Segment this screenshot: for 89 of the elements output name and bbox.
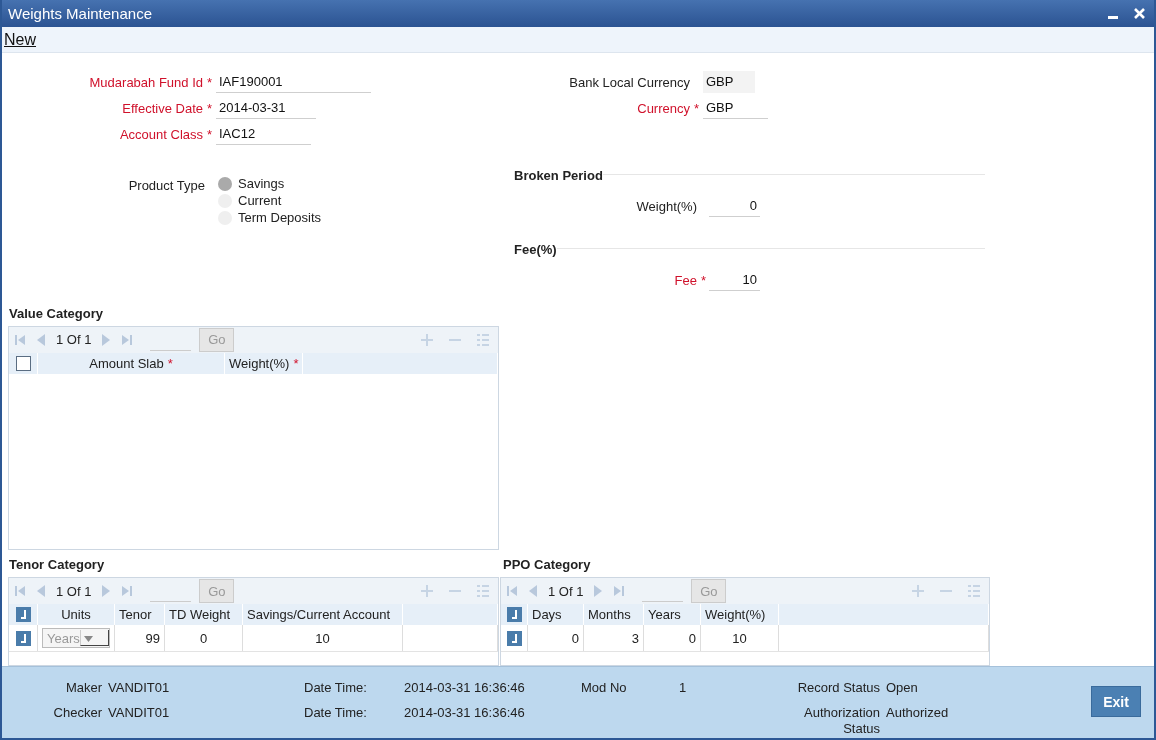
field-label: Checker [52,705,103,722]
checkbox[interactable] [15,355,31,371]
dropdown-arrow-icon [83,636,93,642]
section-heading: Tenor Category [8,556,106,574]
input-field[interactable]: 2014-03-31 [216,97,316,119]
window-title: Weights Maintenance [8,5,153,22]
table-cell: 3 [631,630,639,646]
column-header: Months [588,607,631,622]
column-header: Units [61,607,91,622]
menu-link[interactable]: New [2,30,38,49]
section-heading: Fee(%) [514,241,557,257]
add-icon[interactable] [420,332,434,347]
section-heading: Value Category [8,304,104,323]
field-label: Mod No [581,680,628,696]
last-page-icon[interactable] [613,585,626,597]
field-value: 2014-03-31 16:36:46 [404,680,526,696]
column-header: Weight(%) [705,607,766,622]
field-label: Authorization Status [803,705,881,737]
field-label: Effective Date [121,100,203,116]
required-mark: * [167,355,173,371]
exit-button[interactable]: Exit [1091,686,1141,717]
last-page-icon[interactable] [121,585,134,597]
field-value: Authorized [886,705,950,722]
radio-label: Term Deposits [238,210,322,225]
field-label: Currency [636,100,690,116]
column-header: Days [532,607,562,622]
input-field[interactable]: IAC12 [216,123,311,145]
page-counter: 1 Of 1 [548,583,584,599]
checkbox[interactable] [15,607,31,622]
table-cell: 0 [199,630,208,646]
section-heading: PPO Category [502,556,592,574]
table-cell: 10 [732,630,747,646]
checkbox[interactable] [506,607,522,622]
previous-page-icon[interactable] [527,585,539,597]
input-field[interactable]: GBP [703,97,768,119]
field-label: Fee [673,272,697,288]
page-counter: 1 Of 1 [56,583,92,599]
radio-button[interactable] [218,176,232,191]
required-mark: * [293,355,299,371]
close-icon[interactable] [1133,7,1146,20]
table-cell: 99 [145,630,160,646]
field-label: Account Class [118,126,203,142]
column-header: Amount Slab [89,355,164,371]
field-label: Mudarabah Fund Id [88,74,203,90]
list-icon[interactable] [476,332,490,347]
column-header: Years [648,607,681,622]
field-value: 1 [679,680,688,696]
field-value: VANDIT01 [108,680,171,696]
column-header: Tenor [119,607,152,622]
field-label: Maker [64,680,103,696]
input-field[interactable]: 10 [709,269,760,291]
required-mark: * [206,126,214,142]
previous-page-icon[interactable] [35,333,47,346]
field-label: Date Time: [304,705,368,722]
last-page-icon[interactable] [121,333,134,346]
field-label: Product Type [127,177,205,193]
table-cell: 0 [688,630,696,646]
field-value: VANDIT01 [108,705,171,722]
field-value: 2014-03-31 16:36:46 [404,705,526,722]
add-icon[interactable] [911,584,925,598]
page-counter: 1 Of 1 [56,332,92,347]
input-field[interactable]: 0 [709,195,760,217]
field-label: Date Time: [304,680,368,696]
checkbox[interactable] [15,630,31,646]
input-field[interactable]: IAF190001 [216,71,371,93]
table-cell: 10 [315,630,330,646]
add-icon[interactable] [420,584,434,598]
first-page-icon[interactable] [14,585,26,597]
required-mark: * [693,100,701,116]
checkbox[interactable] [506,630,522,646]
previous-page-icon[interactable] [35,585,47,597]
table-cell: 0 [571,630,579,646]
required-mark: * [700,272,708,288]
column-header: Weight(%) [229,355,290,371]
first-page-icon[interactable] [14,333,26,346]
field-label: Weight(%) [635,198,697,214]
column-header: Savings/Current Account [247,607,391,622]
required-mark: * [206,74,214,90]
column-header: TD Weight [169,607,231,622]
field-label: Record Status [796,680,881,696]
list-icon[interactable] [967,584,981,598]
radio-label: Savings [238,176,285,191]
first-page-icon[interactable] [506,585,518,597]
field-label: Bank Local Currency [568,74,690,90]
field-value: Open [886,680,919,696]
section-heading: Broken Period [514,167,603,183]
required-mark: * [206,100,214,116]
radio-label: Current [238,193,282,208]
list-icon[interactable] [476,584,490,598]
